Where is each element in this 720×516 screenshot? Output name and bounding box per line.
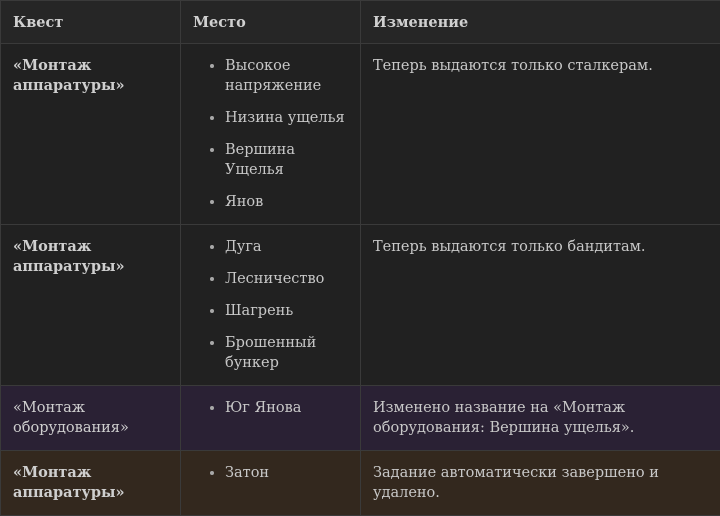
place-item: Юг Янова [225,398,354,418]
place-item: Высокое напряжение [225,56,354,96]
place-item: Шагрень [225,301,354,321]
table-row: «Монтаж аппаратуры» Высокое напряжение Н… [1,44,720,225]
table-header-row: Квест Место Изменение [1,1,720,44]
place-item: Затон [225,463,354,483]
place-list: Затон [193,463,354,483]
quest-cell: «Монтаж аппаратуры» [1,451,181,516]
changes-table: Квест Место Изменение «Монтаж аппаратуры… [0,0,720,516]
change-cell: Изменено название на «Монтаж оборудовани… [361,386,720,451]
place-cell: Высокое напряжение Низина ущелья Вершина… [181,44,361,225]
header-quest: Квест [1,1,181,44]
place-cell: Дуга Лесничество Шагрень Брошенный бунке… [181,225,361,386]
place-item: Лесничество [225,269,354,289]
place-list: Дуга Лесничество Шагрень Брошенный бунке… [193,237,354,373]
quest-cell: «Монтаж аппаратуры» [1,44,181,225]
quest-cell: «Монтаж аппаратуры» [1,225,181,386]
change-cell: Теперь выдаются только сталкерам. [361,44,720,225]
place-cell: Юг Янова [181,386,361,451]
table-row: «Монтаж оборудования» Юг Янова Изменено … [1,386,720,451]
table-row: «Монтаж аппаратуры» Дуга Лесничество Шаг… [1,225,720,386]
change-cell: Теперь выдаются только бандитам. [361,225,720,386]
place-item: Янов [225,192,354,212]
place-item: Вершина Ущелья [225,140,354,180]
place-item: Низина ущелья [225,108,354,128]
place-cell: Затон [181,451,361,516]
header-place: Место [181,1,361,44]
place-item: Брошенный бункер [225,333,354,373]
header-change: Изменение [361,1,720,44]
place-list: Юг Янова [193,398,354,418]
place-item: Дуга [225,237,354,257]
table-row: «Монтаж аппаратуры» Затон Задание автома… [1,451,720,516]
change-cell: Задание автоматически завершено и удален… [361,451,720,516]
quest-cell: «Монтаж оборудования» [1,386,181,451]
place-list: Высокое напряжение Низина ущелья Вершина… [193,56,354,212]
